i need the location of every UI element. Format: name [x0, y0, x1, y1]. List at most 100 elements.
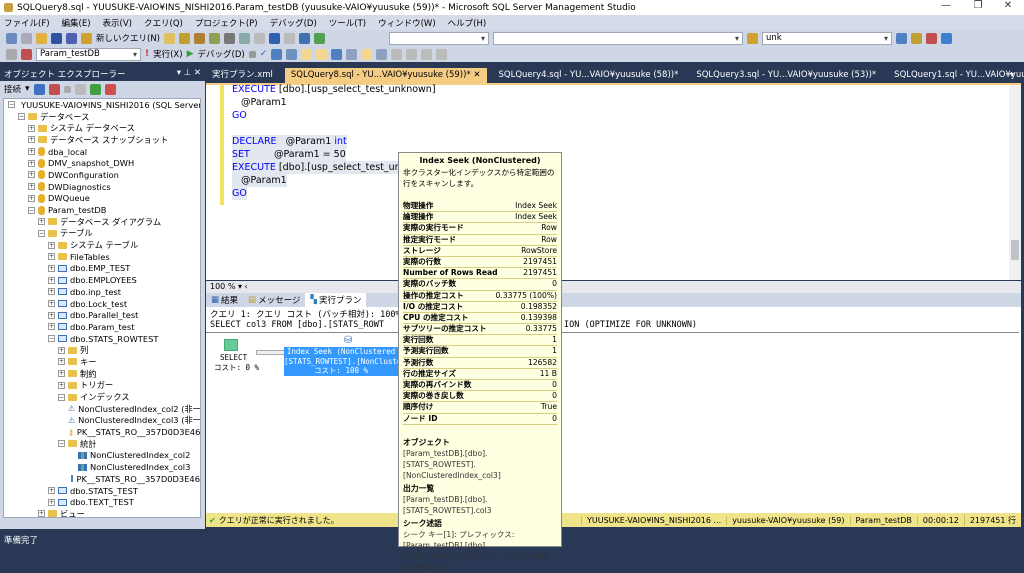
close-button[interactable]: ✕ [992, 0, 1024, 15]
outdent-icon[interactable] [436, 48, 448, 60]
expand-icon[interactable]: + [28, 171, 35, 179]
uncomment-icon[interactable] [406, 48, 418, 60]
db-engine-query-icon[interactable] [164, 32, 175, 44]
save-all-icon[interactable] [66, 32, 77, 44]
navigate-icon[interactable] [299, 32, 310, 44]
tree-item[interactable]: − Param_testDB [4, 204, 200, 216]
index-seek-operator[interactable]: Index Seek (NonClustered [STATS_ROWTEST].… [284, 347, 398, 376]
expand-icon[interactable]: + [48, 264, 55, 272]
expand-icon[interactable]: + [28, 136, 35, 144]
code-line[interactable]: DECLARE @Param1 int [232, 135, 347, 148]
find-combo[interactable]: unk [762, 31, 892, 45]
results-to-file-icon[interactable] [376, 48, 388, 60]
disconnect-object-icon[interactable] [48, 83, 60, 95]
cut-icon[interactable] [224, 32, 235, 44]
object-explorer-icon[interactable] [896, 32, 907, 44]
include-actual-plan-icon[interactable] [316, 48, 328, 60]
new-project-icon[interactable] [6, 32, 17, 44]
save-icon[interactable] [51, 32, 62, 44]
tree-item[interactable]: − YUUSUKE-VAIO¥INS_NISHI2016 (SQL Server … [4, 99, 200, 111]
refresh-icon[interactable] [89, 83, 101, 95]
toolbox-icon[interactable] [926, 32, 937, 44]
expand-icon[interactable]: + [38, 218, 45, 226]
tree-item[interactable]: + DMV_snapshot_DWH [4, 157, 200, 169]
collapse-icon[interactable]: − [18, 113, 25, 121]
maximize-button[interactable]: ❐ [962, 0, 994, 15]
tree-item[interactable]: + 列 [4, 344, 200, 356]
tree-item[interactable]: + FileTables [4, 251, 200, 263]
dmx-query-icon[interactable] [209, 32, 220, 44]
undo-icon[interactable] [269, 32, 280, 44]
document-tab[interactable]: SQLQuery8.sql - YU...VAIO¥yuusuke (59))*… [284, 68, 487, 83]
tree-item[interactable]: ⚷ PK__STATS_RO__357D0D3E46 [4, 426, 200, 438]
expand-icon[interactable]: + [38, 510, 45, 517]
tree-item[interactable]: + システム テーブル [4, 239, 200, 251]
mdx-query-icon[interactable] [194, 32, 205, 44]
database-dropdown[interactable]: Param_testDB [36, 47, 141, 61]
document-tab[interactable]: SQLQuery4.sql - YU...VAIO¥yuusuke (58))* [493, 68, 685, 83]
expand-icon[interactable]: + [48, 253, 55, 261]
solution-config-dropdown[interactable] [389, 31, 489, 45]
expand-icon[interactable]: + [28, 159, 35, 167]
document-tab[interactable]: 実行プラン.xml [206, 68, 279, 83]
expand-icon[interactable]: + [58, 381, 65, 389]
collapse-icon[interactable]: − [58, 440, 65, 448]
expand-icon[interactable]: + [48, 498, 55, 506]
tree-item[interactable]: + トリガー [4, 380, 200, 392]
tab-results[interactable]: ▦ 結果 [206, 293, 243, 307]
comment-icon[interactable] [391, 48, 403, 60]
expand-icon[interactable]: + [48, 300, 55, 308]
code-line[interactable]: EXECUTE [dbo].[usp_select_test_unk [232, 161, 407, 174]
select-operator-icon[interactable] [224, 339, 238, 351]
collapse-icon[interactable]: − [58, 393, 65, 401]
filter-icon[interactable] [74, 83, 86, 95]
start-icon[interactable] [314, 32, 325, 44]
query-options-icon[interactable] [286, 48, 298, 60]
query-editor[interactable]: EXECUTE [dbo].[usp_select_test_unknown] … [206, 83, 1021, 280]
results-to-grid-icon[interactable] [361, 48, 373, 60]
expand-icon[interactable]: + [58, 370, 65, 378]
stop-icon[interactable] [63, 85, 71, 93]
expand-icon[interactable]: + [48, 487, 55, 495]
expand-icon[interactable]: + [48, 323, 55, 331]
expand-icon[interactable]: + [28, 148, 35, 156]
tree-item[interactable]: + dbo.STATS_TEST [4, 485, 200, 497]
expand-icon[interactable]: + [58, 346, 65, 354]
disconnect-icon[interactable] [21, 48, 32, 60]
code-line[interactable]: GO [232, 187, 247, 200]
paste-icon[interactable] [254, 32, 265, 44]
menu-item[interactable]: ファイル(F) [4, 17, 50, 29]
tree-item[interactable]: + dbo.inp_test [4, 286, 200, 298]
expand-icon[interactable]: + [28, 194, 35, 202]
tree-item[interactable]: − インデックス [4, 391, 200, 403]
tree-item[interactable]: − テーブル [4, 228, 200, 240]
tree-item[interactable]: + dbo.Param_test [4, 321, 200, 333]
tree-item[interactable]: + dbo.EMPLOYEES [4, 274, 200, 286]
properties-icon[interactable] [911, 32, 922, 44]
live-stats-icon[interactable] [331, 48, 343, 60]
code-line[interactable]: @Param1 [232, 174, 287, 187]
tree-item[interactable]: NonClusteredIndex_col2 [4, 450, 200, 462]
menu-item[interactable]: プロジェクト(P) [195, 17, 258, 29]
minimize-button[interactable]: — [930, 0, 962, 15]
collapse-icon[interactable]: − [38, 229, 45, 237]
zoom-level-dropdown[interactable]: 100 % [210, 282, 235, 291]
tree-item[interactable]: + データベース スナップショット [4, 134, 200, 146]
intellisense-icon[interactable] [301, 48, 313, 60]
tree-item[interactable]: + 制約 [4, 368, 200, 380]
code-line[interactable]: GO [232, 109, 247, 122]
expand-icon[interactable]: + [48, 288, 55, 296]
execute-button[interactable]: 実行(X) [153, 48, 182, 60]
platform-dropdown[interactable] [493, 31, 743, 45]
window-icon[interactable] [941, 32, 952, 44]
redo-icon[interactable] [284, 32, 295, 44]
collapse-icon[interactable]: − [28, 206, 35, 214]
tree-item[interactable]: NonClusteredIndex_col3 [4, 461, 200, 473]
expand-icon[interactable]: + [28, 124, 35, 132]
display-estimated-plan-icon[interactable] [271, 48, 283, 60]
tree-item[interactable]: + dbo.Lock_test [4, 298, 200, 310]
menu-item[interactable]: 表示(V) [103, 17, 132, 29]
tree-item[interactable]: + dbo.EMP_TEST [4, 263, 200, 275]
collapse-icon[interactable]: − [48, 335, 55, 343]
connect-object-icon[interactable] [33, 83, 45, 95]
